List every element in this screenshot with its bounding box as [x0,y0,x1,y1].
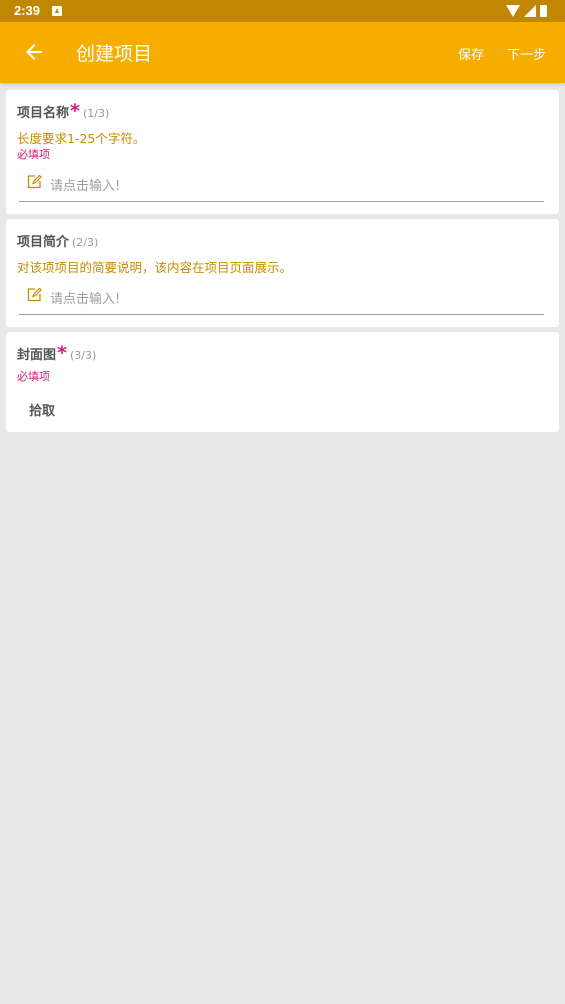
back-arrow-icon[interactable] [22,40,46,64]
field-card-project-name: 项目名称* (1/3) 长度要求1-25个字符。 必填项 请点击输入! [6,90,559,214]
wifi-icon [506,5,520,17]
required-star: * [57,342,67,364]
required-label: 必填项 [17,148,50,161]
field-step: (1/3) [82,107,110,120]
status-bar: 2:39 [0,0,565,22]
next-step-button[interactable]: 下一步 [507,44,546,63]
field-card-project-intro: 项目简介 (2/3) 对该项项目的简要说明，该内容在项目页面展示。 请点击输入! [6,219,559,327]
field-title: 项目名称* (1/3) [17,100,109,122]
required-star: * [70,100,80,122]
field-hint: 对该项项目的简要说明，该内容在项目页面展示。 [17,260,293,275]
field-card-cover-image: 封面图* (3/3) 必填项 拾取 [6,332,559,432]
project-name-input[interactable]: 请点击输入! [19,172,544,202]
input-placeholder: 请点击输入! [50,179,121,194]
pick-image-button[interactable]: 拾取 [29,400,55,419]
field-title-text: 项目简介 [17,235,70,250]
status-time: 2:39 [14,3,41,18]
notification-app-icon [52,6,62,16]
app-bar: 创建项目 保存 下一步 [0,22,565,83]
field-title-text: 项目名称 [17,106,70,121]
required-label: 必填项 [17,370,50,383]
project-intro-input[interactable]: 请点击输入! [19,285,544,315]
signal-icon [524,5,536,17]
field-title: 项目简介 (2/3) [17,231,98,250]
input-placeholder: 请点击输入! [50,292,121,307]
edit-icon [27,174,42,189]
system-icons [506,4,547,18]
save-button[interactable]: 保存 [458,44,484,63]
field-step: (2/3) [72,236,99,249]
field-step: (3/3) [69,349,97,362]
page-title: 创建项目 [76,43,153,65]
field-title: 封面图* (3/3) [17,342,96,364]
edit-icon [27,287,42,302]
field-title-text: 封面图 [17,348,57,363]
field-hint: 长度要求1-25个字符。 [17,131,146,146]
battery-icon [540,5,547,17]
